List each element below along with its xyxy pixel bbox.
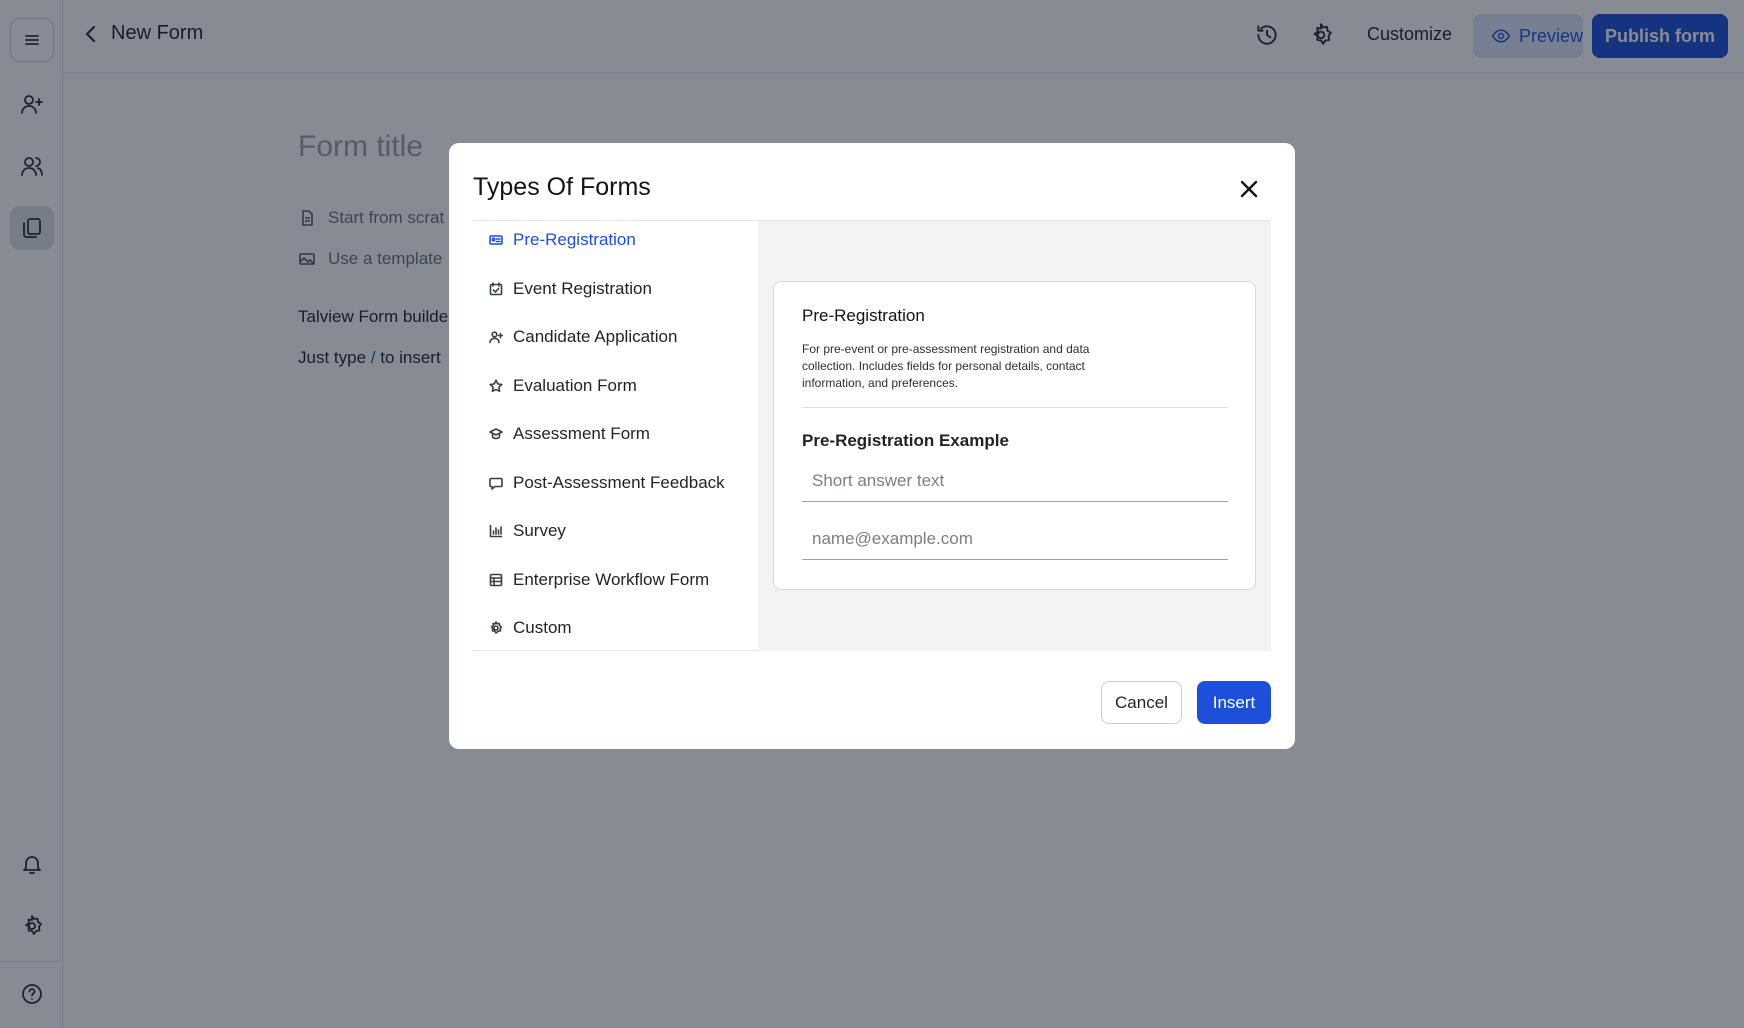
form-type-pre-registration[interactable]: Pre-Registration: [489, 225, 636, 255]
preview-card: Pre-Registration For pre-event or pre-as…: [773, 281, 1256, 590]
email-field: name@example.com: [802, 518, 1228, 560]
graduation-cap-icon: [489, 428, 503, 440]
form-type-label: Event Registration: [513, 279, 652, 298]
bar-chart-icon: [489, 524, 503, 538]
form-type-label: Assessment Form: [513, 424, 650, 443]
form-type-label: Custom: [513, 618, 572, 637]
form-type-event-registration[interactable]: Event Registration: [489, 274, 652, 304]
form-type-label: Survey: [513, 521, 566, 540]
star-icon: [489, 379, 503, 393]
form-type-post-assessment-feedback[interactable]: Post-Assessment Feedback: [489, 468, 725, 498]
form-type-preview: Pre-Registration For pre-event or pre-as…: [758, 221, 1271, 651]
chat-bubble-icon: [489, 477, 503, 490]
form-type-survey[interactable]: Survey: [489, 516, 566, 546]
form-type-candidate-application[interactable]: Candidate Application: [489, 322, 677, 352]
form-type-list: Pre-Registration Event Registration Cand…: [473, 221, 758, 651]
form-type-assessment-form[interactable]: Assessment Form: [489, 419, 650, 449]
cancel-button[interactable]: Cancel: [1101, 681, 1182, 724]
form-type-enterprise-workflow[interactable]: Enterprise Workflow Form: [489, 565, 709, 595]
preview-title: Pre-Registration: [802, 306, 925, 325]
form-type-custom[interactable]: Custom: [489, 613, 572, 643]
table-icon: [489, 573, 503, 587]
preview-description: For pre-event or pre-assessment registra…: [802, 342, 1090, 390]
form-type-label: Pre-Registration: [513, 230, 636, 249]
form-type-label: Enterprise Workflow Form: [513, 570, 710, 589]
dialog-title: Types Of Forms: [473, 173, 651, 201]
gear-icon: [490, 621, 503, 634]
form-type-evaluation-form[interactable]: Evaluation Form: [489, 371, 637, 401]
form-type-label: Candidate Application: [513, 327, 678, 346]
calendar-check-icon: [489, 282, 503, 296]
preview-example-title: Pre-Registration Example: [802, 431, 1009, 450]
close-icon: [1240, 180, 1258, 198]
close-button[interactable]: [1237, 177, 1261, 201]
insert-button[interactable]: Insert: [1197, 681, 1271, 724]
form-type-label: Evaluation Form: [513, 376, 637, 395]
dialog-body: Pre-Registration Event Registration Cand…: [473, 221, 1271, 651]
short-answer-field: Short answer text: [802, 460, 1228, 502]
form-type-label: Post-Assessment Feedback: [513, 473, 725, 492]
types-of-forms-dialog: Types Of Forms Pre-Registration Event Re…: [449, 143, 1295, 749]
user-plus-icon: [489, 331, 503, 344]
id-card-icon: [489, 235, 503, 245]
preview-divider: [802, 407, 1228, 408]
